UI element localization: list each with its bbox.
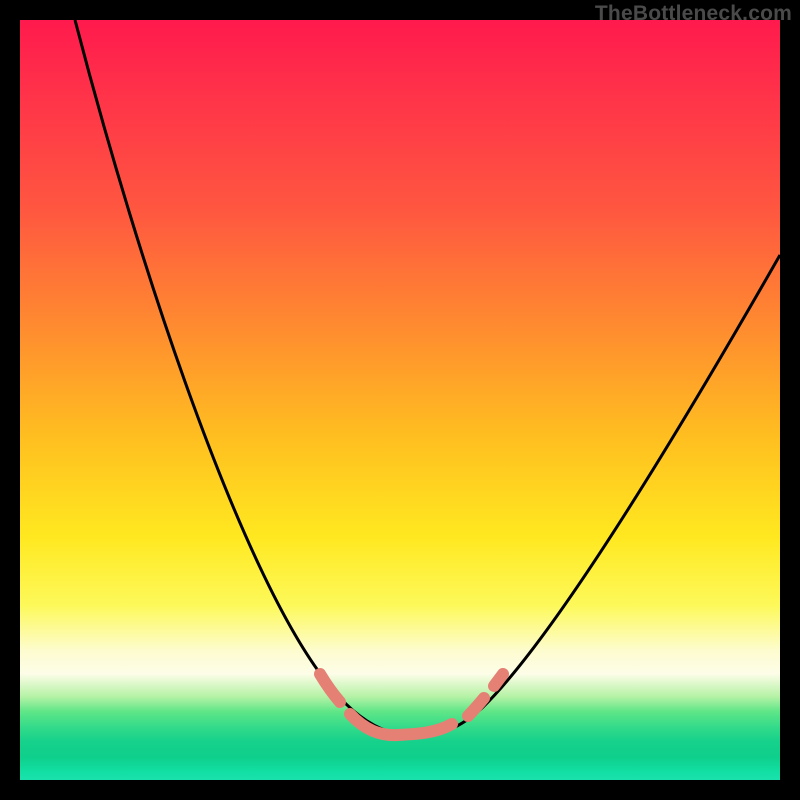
chart-frame: [20, 20, 780, 780]
watermark-text: TheBottleneck.com: [595, 2, 792, 26]
chart-background-gradient: [20, 20, 780, 780]
